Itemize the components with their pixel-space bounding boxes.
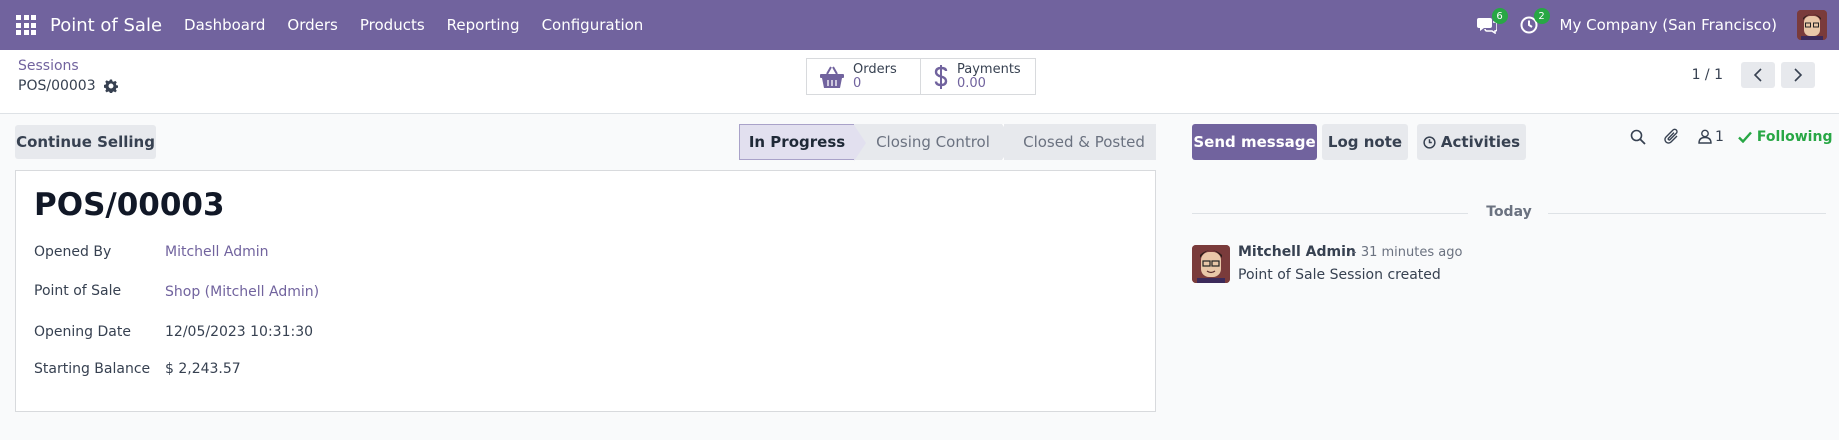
menu-item-configuration[interactable]: Configuration bbox=[542, 16, 644, 34]
activities-label: Activities bbox=[1440, 133, 1521, 151]
orders-label: Orders bbox=[853, 61, 897, 77]
breadcrumb-sessions[interactable]: Sessions bbox=[18, 58, 79, 74]
menu-item-dashboard[interactable]: Dashboard bbox=[184, 16, 265, 34]
continue-selling-button[interactable]: Continue Selling bbox=[15, 125, 156, 159]
checkmark-icon bbox=[1738, 131, 1752, 143]
following-label: Following bbox=[1756, 128, 1833, 145]
following-button[interactable]: Following bbox=[1738, 128, 1833, 145]
stage-arrow bbox=[1002, 124, 1014, 160]
point-of-sale-value[interactable]: Shop (Mitchell Admin) bbox=[165, 284, 319, 300]
stage-closed-posted-label: Closed & Posted bbox=[1023, 133, 1145, 151]
payments-amount: 0.00 bbox=[957, 75, 986, 91]
stage-closing-control[interactable]: Closing Control bbox=[854, 124, 1014, 160]
activities-badge: 2 bbox=[1533, 8, 1550, 24]
control-panel: Sessions POS/00003 Orders 0 Payments 0.0… bbox=[0, 50, 1839, 114]
orders-count: 0 bbox=[853, 75, 862, 91]
main-menu: Dashboard Orders Products Reporting Conf… bbox=[184, 16, 643, 34]
company-switcher[interactable]: My Company (San Francisco) bbox=[1560, 16, 1777, 34]
chevron-left-icon bbox=[1753, 68, 1762, 82]
message-author-avatar[interactable] bbox=[1192, 245, 1230, 283]
user-icon bbox=[1698, 129, 1712, 144]
menu-item-reporting[interactable]: Reporting bbox=[447, 16, 520, 34]
payments-label: Payments bbox=[957, 61, 1021, 77]
chevron-right-icon bbox=[1794, 68, 1803, 82]
pager: 1 / 1 bbox=[1692, 62, 1815, 88]
send-message-button[interactable]: Send message bbox=[1192, 124, 1317, 160]
menu-item-orders[interactable]: Orders bbox=[287, 16, 337, 34]
orders-smart-button[interactable]: Orders 0 bbox=[806, 58, 921, 95]
search-icon[interactable] bbox=[1630, 129, 1646, 145]
separator-line-right bbox=[1548, 213, 1826, 214]
stage-in-progress[interactable]: In Progress bbox=[739, 124, 866, 161]
point-of-sale-label: Point of Sale bbox=[34, 283, 122, 299]
activities-button[interactable]: 2 bbox=[1518, 8, 1550, 36]
form-sheet: POS/00003 Opened By Mitchell Admin Point… bbox=[15, 170, 1156, 412]
followers-count: 1 bbox=[1715, 128, 1724, 145]
message-body: Point of Sale Session created bbox=[1238, 267, 1441, 283]
top-navbar: Point of Sale Dashboard Orders Products … bbox=[0, 0, 1839, 50]
apps-menu-icon[interactable] bbox=[14, 13, 38, 37]
opening-date-value: 12/05/2023 10:31:30 bbox=[165, 324, 314, 340]
stage-arrow bbox=[854, 125, 866, 161]
followers-button[interactable]: 1 bbox=[1698, 129, 1724, 145]
log-note-button[interactable]: Log note bbox=[1322, 124, 1408, 160]
date-separator-label: Today bbox=[1486, 204, 1532, 220]
messaging-button[interactable]: 6 bbox=[1476, 8, 1508, 36]
navbar-systray: 6 2 My Company (San Francisco) bbox=[1476, 0, 1827, 50]
breadcrumb-current: POS/00003 bbox=[18, 78, 118, 94]
opening-date-label: Opening Date bbox=[34, 324, 131, 340]
chatter-toolbar: 1 Following bbox=[1630, 128, 1832, 145]
message-timestamp: - 31 minutes ago bbox=[1352, 245, 1463, 260]
payments-smart-button[interactable]: Payments 0.00 bbox=[921, 58, 1036, 95]
user-avatar-icon bbox=[1797, 10, 1827, 40]
activities-button[interactable]: Activities bbox=[1417, 124, 1526, 160]
author-avatar-icon bbox=[1192, 245, 1230, 283]
stage-in-progress-label: In Progress bbox=[748, 133, 846, 151]
gear-icon[interactable] bbox=[103, 79, 118, 93]
opened-by-label: Opened By bbox=[34, 244, 112, 260]
clock-icon bbox=[1423, 135, 1436, 149]
session-title: POS/00003 bbox=[34, 187, 225, 223]
dollar-icon bbox=[934, 64, 948, 89]
opened-by-value[interactable]: Mitchell Admin bbox=[165, 244, 269, 260]
record-name: POS/00003 bbox=[18, 78, 96, 94]
paperclip-icon[interactable] bbox=[1664, 128, 1680, 145]
starting-balance-value: $ 2,243.57 bbox=[165, 361, 241, 377]
starting-balance-label: Starting Balance bbox=[34, 361, 151, 377]
user-avatar[interactable] bbox=[1797, 10, 1827, 40]
app-name[interactable]: Point of Sale bbox=[50, 15, 162, 36]
basket-icon bbox=[820, 66, 844, 88]
message-author[interactable]: Mitchell Admin bbox=[1238, 244, 1356, 260]
pager-previous-button[interactable] bbox=[1741, 62, 1775, 88]
smart-buttons: Orders 0 Payments 0.00 bbox=[806, 58, 1036, 95]
date-separator: Today bbox=[1192, 203, 1826, 223]
pager-value[interactable]: 1 / 1 bbox=[1692, 67, 1723, 83]
menu-item-products[interactable]: Products bbox=[360, 16, 425, 34]
pager-next-button[interactable] bbox=[1781, 62, 1815, 88]
messages-badge: 6 bbox=[1491, 8, 1508, 24]
status-bar: In Progress Closing Control Closed & Pos… bbox=[739, 124, 1156, 161]
stage-closing-control-label: Closing Control bbox=[876, 133, 990, 151]
stage-closed-posted[interactable]: Closed & Posted bbox=[1004, 124, 1156, 160]
